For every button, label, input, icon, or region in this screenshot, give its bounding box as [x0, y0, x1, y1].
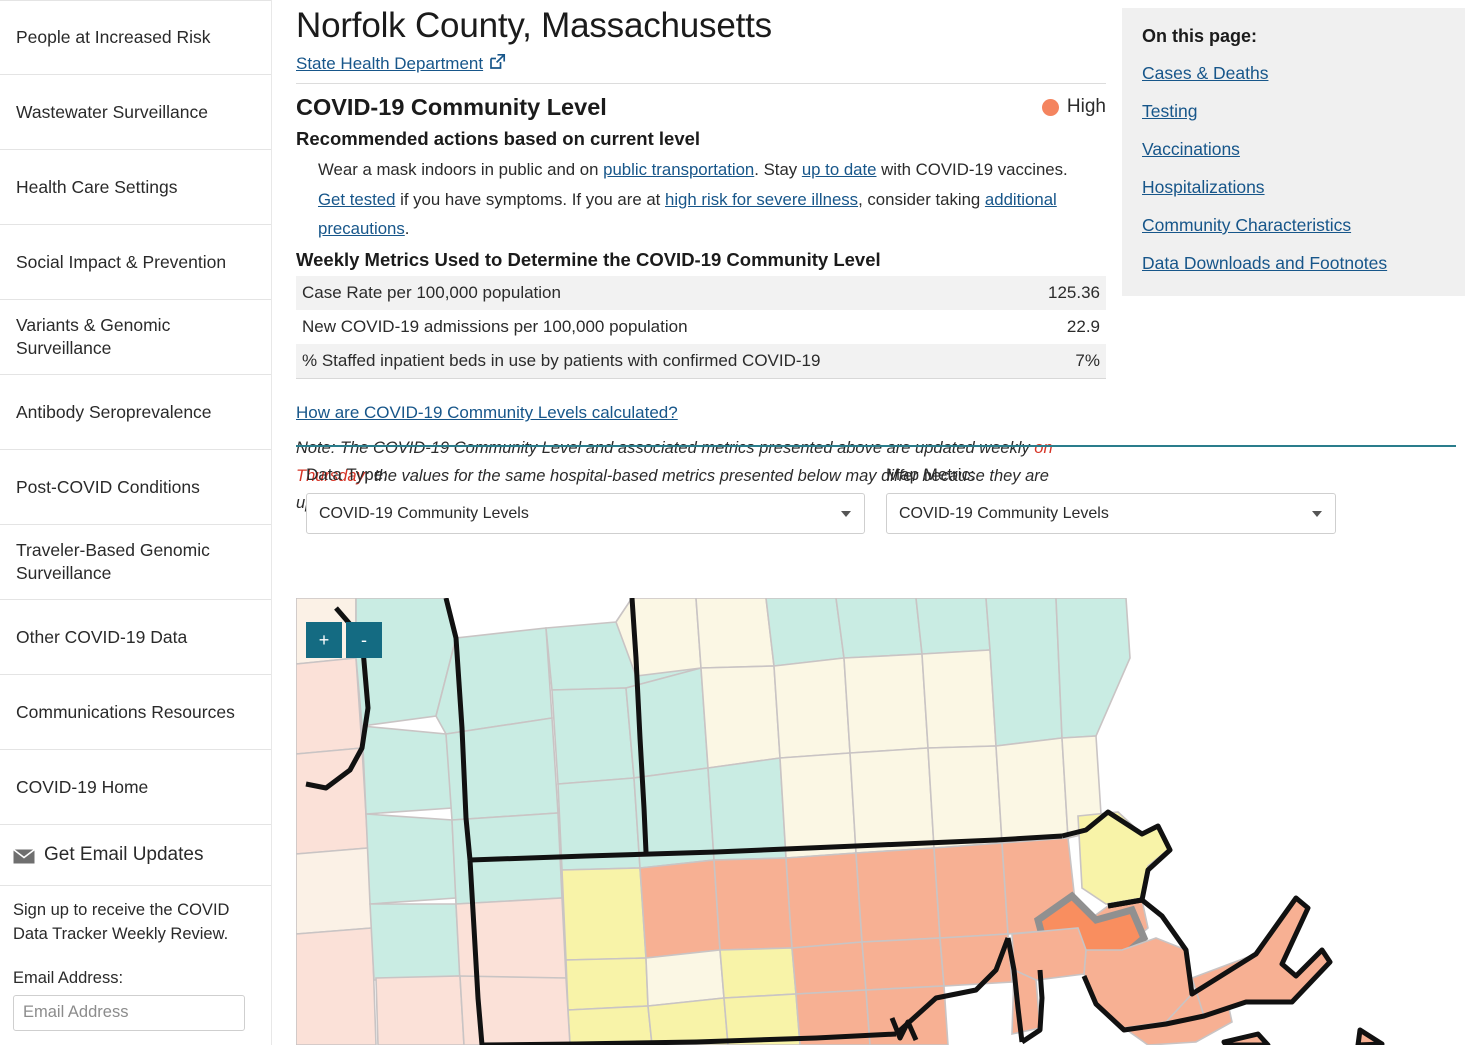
- sidebar-item-label: Variants & Genomic Surveillance: [16, 315, 171, 358]
- external-link-icon[interactable]: [489, 53, 506, 75]
- email-signup-description: Sign up to receive the COVID Data Tracke…: [13, 901, 230, 943]
- sidebar-item-label: Communications Resources: [16, 701, 235, 722]
- left-sidebar: People at Increased Risk Wastewater Surv…: [0, 0, 272, 1045]
- map-svg: [296, 598, 1456, 1045]
- on-this-page-link-cases-deaths[interactable]: Cases & Deaths: [1142, 63, 1445, 84]
- email-field-label: Email Address:: [13, 968, 124, 987]
- table-row: % Staffed inpatient beds in use by patie…: [296, 344, 1106, 379]
- email-signup-form: Sign up to receive the COVID Data Tracke…: [0, 886, 271, 1031]
- metric-label: Case Rate per 100,000 population: [302, 283, 561, 303]
- table-row: Case Rate per 100,000 population 125.36: [296, 276, 1106, 311]
- sidebar-item-traveler-based-genomic-surveillance[interactable]: Traveler-Based Genomic Surveillance: [0, 525, 271, 600]
- metric-value: 7%: [1075, 351, 1100, 371]
- sidebar-item-label: Other COVID-19 Data: [16, 626, 188, 647]
- sidebar-item-label: Traveler-Based Genomic Surveillance: [16, 540, 210, 583]
- table-row: New COVID-19 admissions per 100,000 popu…: [296, 310, 1106, 344]
- get-email-updates-button[interactable]: Get Email Updates: [0, 825, 271, 886]
- email-input[interactable]: [13, 994, 245, 1031]
- status-badge: High: [1041, 96, 1106, 121]
- sidebar-item-label: Post-COVID Conditions: [16, 476, 200, 497]
- sidebar-item-label: Wastewater Surveillance: [16, 101, 208, 122]
- state-health-department-row: State Health Department: [296, 53, 1106, 85]
- map-metric-select[interactable]: COVID-19 Community Levels: [886, 493, 1336, 534]
- get-tested-link[interactable]: Get tested: [318, 190, 395, 209]
- section-divider: [296, 445, 1456, 447]
- metric-value: 22.9: [1066, 317, 1100, 337]
- county-choropleth-map[interactable]: + -: [296, 598, 1456, 1045]
- level-label: High: [1066, 96, 1106, 118]
- plus-icon[interactable]: +: [306, 622, 342, 658]
- chevron-down-icon: [841, 510, 851, 517]
- weekly-metrics-table: Case Rate per 100,000 population 125.36 …: [296, 276, 1106, 380]
- map-metric-label: Map Metric:: [886, 465, 975, 484]
- metric-label: % Staffed inpatient beds in use by patie…: [302, 351, 821, 371]
- on-this-page-link-testing[interactable]: Testing: [1142, 101, 1445, 122]
- sidebar-item-label: Health Care Settings: [16, 176, 178, 197]
- chevron-down-icon: [1312, 510, 1322, 517]
- minus-icon[interactable]: -: [346, 622, 382, 658]
- recommended-actions-heading: Recommended actions based on current lev…: [296, 128, 701, 150]
- rec-text-6: .: [404, 219, 410, 239]
- on-this-page-panel: On this page: Cases & Deaths Testing Vac…: [1122, 8, 1465, 296]
- sidebar-item-antibody-seroprevalence[interactable]: Antibody Seroprevalence: [0, 375, 271, 450]
- sidebar-item-label: Antibody Seroprevalence: [16, 401, 212, 422]
- metric-value: 125.36: [1048, 283, 1100, 303]
- sidebar-item-post-covid-conditions[interactable]: Post-COVID Conditions: [0, 450, 271, 525]
- main-content: Norfolk County, Massachusetts State Heal…: [296, 0, 1106, 534]
- on-this-page-link-data-downloads-footnotes[interactable]: Data Downloads and Footnotes: [1142, 253, 1445, 274]
- on-this-page-title: On this page:: [1142, 26, 1258, 46]
- how-calculated-link[interactable]: How are COVID-19 Community Levels calcul…: [296, 403, 678, 423]
- rec-text-3: with COVID-19 vaccines.: [876, 160, 1068, 180]
- recommended-actions-text: Wear a mask indoors in public and on pub…: [318, 155, 1078, 243]
- sidebar-item-social-impact-prevention[interactable]: Social Impact & Prevention: [0, 225, 271, 300]
- level-indicator-dot: [1041, 98, 1059, 116]
- sidebar-item-variants-genomic-surveillance[interactable]: Variants & Genomic Surveillance: [0, 300, 271, 375]
- metric-label: New COVID-19 admissions per 100,000 popu…: [302, 317, 688, 337]
- sidebar-item-health-care-settings[interactable]: Health Care Settings: [0, 150, 271, 225]
- data-type-label: Data Type:: [306, 465, 388, 484]
- page-title: Norfolk County, Massachusetts: [296, 6, 772, 45]
- data-type-select[interactable]: COVID-19 Community Levels: [306, 493, 865, 534]
- state-health-department-link[interactable]: State Health Department: [296, 54, 483, 74]
- high-risk-severe-illness-link[interactable]: high risk for severe illness: [665, 190, 858, 209]
- note-part-1: Note: The COVID-19 Community Level and a…: [296, 439, 1035, 458]
- up-to-date-link[interactable]: up to date: [802, 160, 877, 179]
- map-zoom-controls: + -: [306, 622, 382, 658]
- on-this-page-link-community-characteristics[interactable]: Community Characteristics: [1142, 215, 1445, 236]
- data-type-control: Data Type: COVID-19 Community Levels: [306, 465, 865, 534]
- map-metric-value: COVID-19 Community Levels: [899, 504, 1109, 522]
- sidebar-item-other-covid-19-data[interactable]: Other COVID-19 Data: [0, 600, 271, 675]
- data-type-value: COVID-19 Community Levels: [319, 504, 529, 522]
- sidebar-item-label: Social Impact & Prevention: [16, 251, 227, 272]
- sidebar-item-people-at-increased-risk[interactable]: People at Increased Risk: [0, 0, 271, 75]
- rec-text-4: if you have symptoms. If you are at: [395, 189, 665, 209]
- rec-text-2: . Stay: [754, 160, 802, 180]
- community-level-header-row: COVID-19 Community Level High: [296, 94, 1106, 121]
- community-level-heading: COVID-19 Community Level: [296, 94, 607, 121]
- on-this-page-link-vaccinations[interactable]: Vaccinations: [1142, 139, 1445, 160]
- get-email-updates-label: Get Email Updates: [44, 844, 204, 865]
- on-this-page-link-hospitalizations[interactable]: Hospitalizations: [1142, 177, 1445, 198]
- envelope-icon: [13, 848, 35, 863]
- sidebar-item-label: COVID-19 Home: [16, 776, 149, 797]
- rec-text-1: Wear a mask indoors in public and on: [318, 160, 604, 180]
- weekly-metrics-heading: Weekly Metrics Used to Determine the COV…: [296, 249, 881, 271]
- sidebar-item-label: People at Increased Risk: [16, 27, 211, 48]
- sidebar-item-covid-19-home[interactable]: COVID-19 Home: [0, 750, 271, 825]
- page-root: People at Increased Risk Wastewater Surv…: [0, 0, 1465, 1045]
- map-metric-control: Map Metric: COVID-19 Community Levels: [886, 465, 1336, 534]
- sidebar-item-communications-resources[interactable]: Communications Resources: [0, 675, 271, 750]
- rec-text-5: , consider taking: [858, 189, 985, 209]
- sidebar-item-wastewater-surveillance[interactable]: Wastewater Surveillance: [0, 75, 271, 150]
- public-transportation-link[interactable]: public transportation: [603, 160, 754, 179]
